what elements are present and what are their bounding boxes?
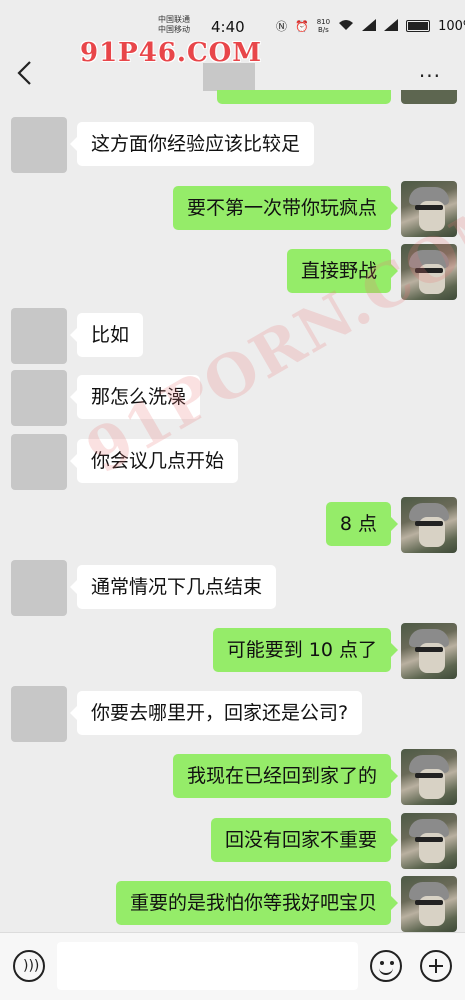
signal-2-icon bbox=[384, 18, 399, 34]
message-bubble[interactable]: 通常情况下几点结束 bbox=[69, 565, 277, 609]
input-bar: ))) bbox=[0, 932, 465, 1000]
avatar[interactable] bbox=[401, 876, 457, 932]
message-bubble[interactable]: 直接野战 bbox=[286, 249, 399, 293]
status-icons: Ⓝ ⏰ 810 B/s 100% bbox=[276, 16, 465, 36]
avatar[interactable] bbox=[11, 370, 67, 426]
voice-button[interactable]: ))) bbox=[13, 950, 45, 982]
emoji-button[interactable] bbox=[370, 950, 402, 982]
avatar[interactable] bbox=[401, 497, 457, 553]
avatar[interactable] bbox=[401, 813, 457, 869]
status-time: 4:40 bbox=[211, 18, 245, 36]
wifi-icon bbox=[338, 19, 354, 34]
message-input[interactable] bbox=[57, 942, 358, 990]
message-bubble[interactable]: 那怎么洗澡 bbox=[69, 375, 201, 419]
message-bubble[interactable]: 要不第一次带你玩疯点 bbox=[172, 186, 399, 230]
avatar[interactable] bbox=[401, 244, 457, 300]
status-bar: 中国联通 中国移动 4:40 Ⓝ ⏰ 810 B/s 100% bbox=[0, 0, 465, 42]
carrier-1: 中国联通 bbox=[158, 15, 190, 24]
chevron-left-icon bbox=[17, 61, 31, 85]
message-bubble[interactable]: 比如 bbox=[69, 313, 144, 357]
carrier-2: 中国移动 bbox=[158, 25, 190, 34]
more-dots-icon: ··· bbox=[418, 64, 441, 88]
avatar[interactable] bbox=[401, 623, 457, 679]
previous-message-bubble bbox=[217, 90, 391, 104]
net-speed-value: 810 bbox=[316, 18, 331, 26]
previous-message-avatar bbox=[401, 90, 457, 104]
signal-icon bbox=[362, 18, 377, 34]
avatar[interactable] bbox=[11, 117, 67, 173]
battery-percent: 100% bbox=[438, 18, 465, 34]
voice-icon: ))) bbox=[23, 958, 40, 974]
net-speed-unit: B/s bbox=[317, 26, 329, 34]
avatar[interactable] bbox=[11, 560, 67, 616]
avatar[interactable] bbox=[401, 181, 457, 237]
alarm-icon: ⏰ bbox=[295, 19, 309, 33]
back-button[interactable] bbox=[14, 60, 36, 86]
avatar[interactable] bbox=[11, 308, 67, 364]
message-bubble[interactable]: 你要去哪里开，回家还是公司? bbox=[69, 691, 363, 735]
nfc-icon: Ⓝ bbox=[276, 20, 287, 33]
avatar[interactable] bbox=[11, 686, 67, 742]
message-bubble[interactable]: 可能要到 10 点了 bbox=[212, 628, 399, 672]
avatar[interactable] bbox=[401, 749, 457, 805]
battery-icon bbox=[406, 20, 431, 32]
message-bubble[interactable]: 我现在已经回到家了的 bbox=[172, 754, 399, 798]
plus-button[interactable] bbox=[420, 950, 452, 982]
more-button[interactable]: ··· bbox=[419, 66, 441, 86]
message-bubble[interactable]: 回没有回家不重要 bbox=[210, 818, 399, 862]
message-bubble[interactable]: 你会议几点开始 bbox=[69, 439, 239, 483]
message-bubble[interactable]: 这方面你经验应该比较足 bbox=[69, 122, 315, 166]
message-bubble[interactable]: 重要的是我怕你等我好吧宝贝 bbox=[115, 881, 399, 925]
net-speed: 810 B/s bbox=[317, 18, 330, 34]
watermark-logo: 91P46.COM bbox=[80, 38, 263, 68]
avatar[interactable] bbox=[11, 434, 67, 490]
message-bubble[interactable]: 8 点 bbox=[325, 502, 399, 546]
carrier-labels: 中国联通 中国移动 bbox=[158, 15, 190, 35]
